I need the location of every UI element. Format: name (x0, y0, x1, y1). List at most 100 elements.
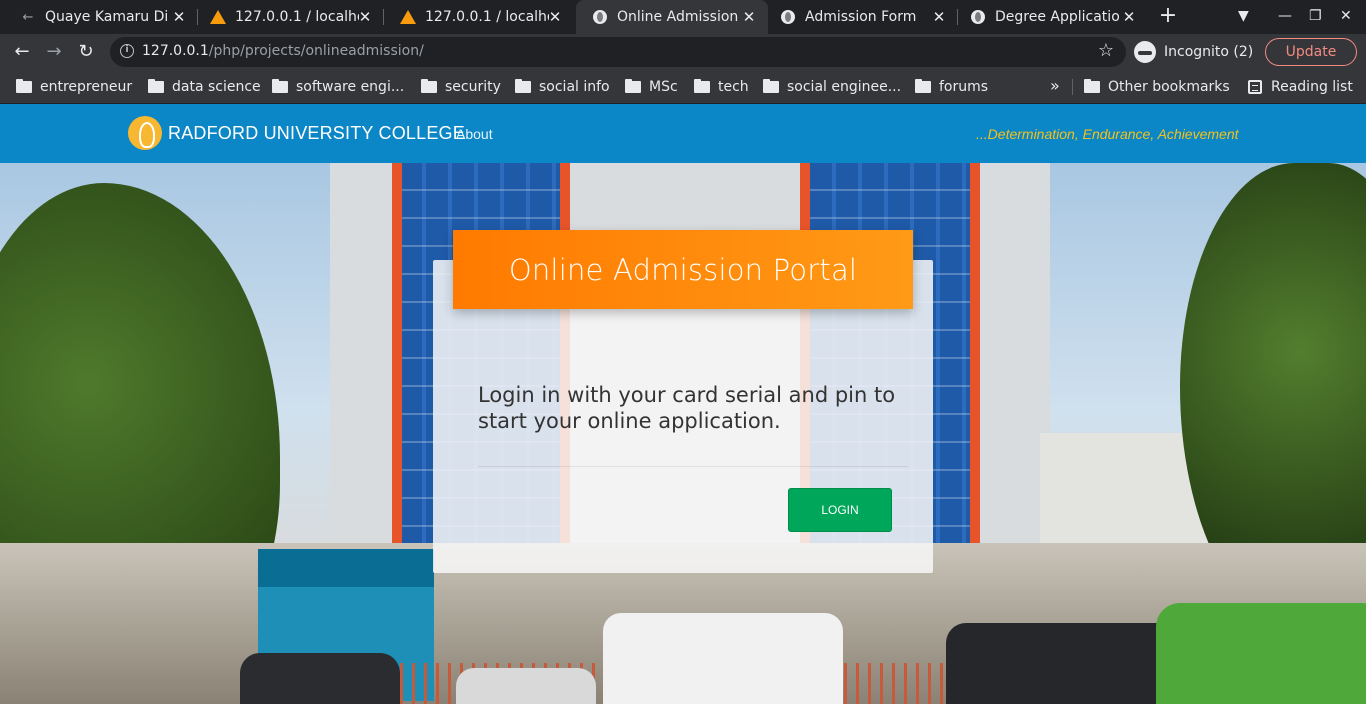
folder-icon (515, 79, 531, 93)
close-tab-icon[interactable]: ✕ (356, 8, 374, 26)
minimize-icon[interactable]: — (1278, 8, 1292, 24)
close-tab-icon[interactable]: ✕ (170, 8, 188, 26)
other-bookmarks[interactable]: Other bookmarks (1084, 77, 1230, 97)
atm-sign (258, 549, 434, 587)
tab-title: 127.0.0.1 / localho (235, 9, 359, 25)
tab-admission-form[interactable]: Admission Form ✕ (764, 0, 958, 34)
tab-quaye[interactable]: ← Quaye Kamaru Din ✕ (4, 0, 198, 34)
close-tab-icon[interactable]: ✕ (546, 8, 564, 26)
bookmark-label: social info (539, 79, 610, 95)
bookmark-folder[interactable]: social info (515, 77, 610, 97)
van (603, 613, 843, 704)
folder-icon (694, 79, 710, 93)
update-button[interactable]: Update (1265, 38, 1357, 66)
site-motto: ...Determination, Endurance, Achievement (976, 126, 1239, 142)
tab-title: Degree Applicatio (995, 9, 1119, 25)
close-tab-icon[interactable]: ✕ (1120, 8, 1138, 26)
folder-icon (272, 79, 288, 93)
bookmark-label: entrepreneur (40, 79, 133, 95)
bookmark-folder[interactable]: security (421, 77, 501, 97)
bookmark-folder[interactable]: entrepreneur (16, 77, 132, 97)
nav-link-about[interactable]: About (456, 126, 493, 142)
url-path: /php/projects/onlineadmission/ (208, 43, 424, 59)
folder-icon (148, 79, 164, 93)
tab-localhost-1[interactable]: 127.0.0.1 / localho ✕ (194, 0, 384, 34)
folder-icon (915, 79, 931, 93)
bookmark-label: forums (939, 79, 989, 95)
car (456, 668, 596, 704)
globe-icon (592, 9, 608, 25)
bookmark-label: software engi... (296, 79, 405, 95)
car (240, 653, 400, 704)
bookmark-folder[interactable]: data science (148, 77, 261, 97)
bookmarks-bar: entrepreneur data science software engi.… (0, 70, 1366, 104)
other-bookmarks-label: Other bookmarks (1108, 79, 1230, 95)
address-bar[interactable]: i 127.0.0.1/php/projects/onlineadmission… (110, 37, 1126, 67)
folder-icon (625, 79, 641, 93)
incognito-icon (1134, 41, 1156, 63)
restore-icon[interactable]: ❐ (1309, 8, 1322, 24)
reload-icon[interactable]: ↻ (74, 40, 98, 64)
bookmark-label: tech (718, 79, 749, 95)
bookmark-label: MSc (649, 79, 678, 95)
login-card-header: Online Admission Portal (453, 230, 913, 309)
brand-name: RADFORD UNIVERSITY COLLEGE (168, 122, 465, 143)
site-info-icon[interactable]: i (120, 44, 134, 58)
login-instructions: Login in with your card serial and pin t… (478, 383, 896, 433)
tab-title: 127.0.0.1 / localho (425, 9, 549, 25)
site-brand[interactable]: RADFORD UNIVERSITY COLLEGE (128, 116, 465, 150)
globe-icon (780, 9, 796, 25)
back-icon[interactable]: ← (10, 40, 34, 64)
tab-online-admission[interactable]: Online Admission ✕ (576, 0, 768, 34)
orange-stripe (970, 163, 980, 553)
bookmarks-separator (1072, 79, 1073, 95)
login-button[interactable]: LOGIN (788, 488, 892, 532)
bookmark-star-icon[interactable]: ☆ (1098, 40, 1114, 61)
reading-list[interactable]: Reading list (1248, 77, 1353, 97)
incognito-label: Incognito (2) (1164, 44, 1254, 60)
tab-degree-application[interactable]: Degree Applicatio ✕ (954, 0, 1148, 34)
page-viewport: RADFORD UNIVERSITY COLLEGE About ...Dete… (0, 104, 1366, 704)
folder-icon (1084, 79, 1100, 93)
browser-toolbar: ← → ↻ i 127.0.0.1/php/projects/onlineadm… (0, 34, 1366, 70)
tab-strip: ← Quaye Kamaru Din ✕ 127.0.0.1 / localho… (0, 0, 1366, 34)
tab-localhost-2[interactable]: 127.0.0.1 / localho ✕ (384, 0, 574, 34)
url-host: 127.0.0.1 (142, 43, 209, 59)
forward-icon[interactable]: → (42, 40, 66, 64)
bookmark-folder[interactable]: software engi... (272, 77, 404, 97)
car (1156, 603, 1366, 704)
incognito-indicator[interactable]: Incognito (2) (1134, 38, 1253, 66)
bookmark-label: social enginee... (787, 79, 902, 95)
bookmark-folder[interactable]: forums (915, 77, 988, 97)
new-tab-button[interactable]: + (1156, 4, 1180, 28)
portal-title: Online Admission Portal (508, 252, 858, 287)
folder-icon (421, 79, 437, 93)
close-window-icon[interactable]: ✕ (1340, 8, 1352, 24)
close-tab-icon[interactable]: ✕ (740, 8, 758, 26)
orange-stripe (392, 163, 402, 553)
bookmark-folder[interactable]: tech (694, 77, 749, 97)
reading-list-icon (1248, 80, 1262, 94)
card-divider (478, 466, 908, 467)
phpmyadmin-icon (210, 9, 226, 25)
site-navbar: RADFORD UNIVERSITY COLLEGE About ...Dete… (0, 104, 1366, 163)
university-logo-icon (128, 116, 162, 150)
tab-search-icon[interactable]: ▼ (1238, 8, 1249, 24)
more-bookmarks-icon[interactable]: » (1050, 76, 1060, 95)
back-arrow-icon: ← (22, 9, 34, 25)
folder-icon (763, 79, 779, 93)
folder-icon (16, 79, 32, 93)
globe-icon (970, 9, 986, 25)
tab-title: Admission Form (805, 9, 917, 25)
car (946, 623, 1176, 704)
close-tab-icon[interactable]: ✕ (930, 8, 948, 26)
reading-list-label: Reading list (1271, 79, 1353, 95)
tab-title: Quaye Kamaru Din (45, 9, 169, 25)
bookmark-folder[interactable]: MSc (625, 77, 678, 97)
bookmark-label: security (445, 79, 501, 95)
bookmark-folder[interactable]: social enginee... (763, 77, 901, 97)
tab-title: Online Admission (617, 9, 739, 25)
phpmyadmin-icon (400, 9, 416, 25)
bookmark-label: data science (172, 79, 261, 95)
url-text[interactable]: 127.0.0.1/php/projects/onlineadmission/ (142, 43, 424, 59)
